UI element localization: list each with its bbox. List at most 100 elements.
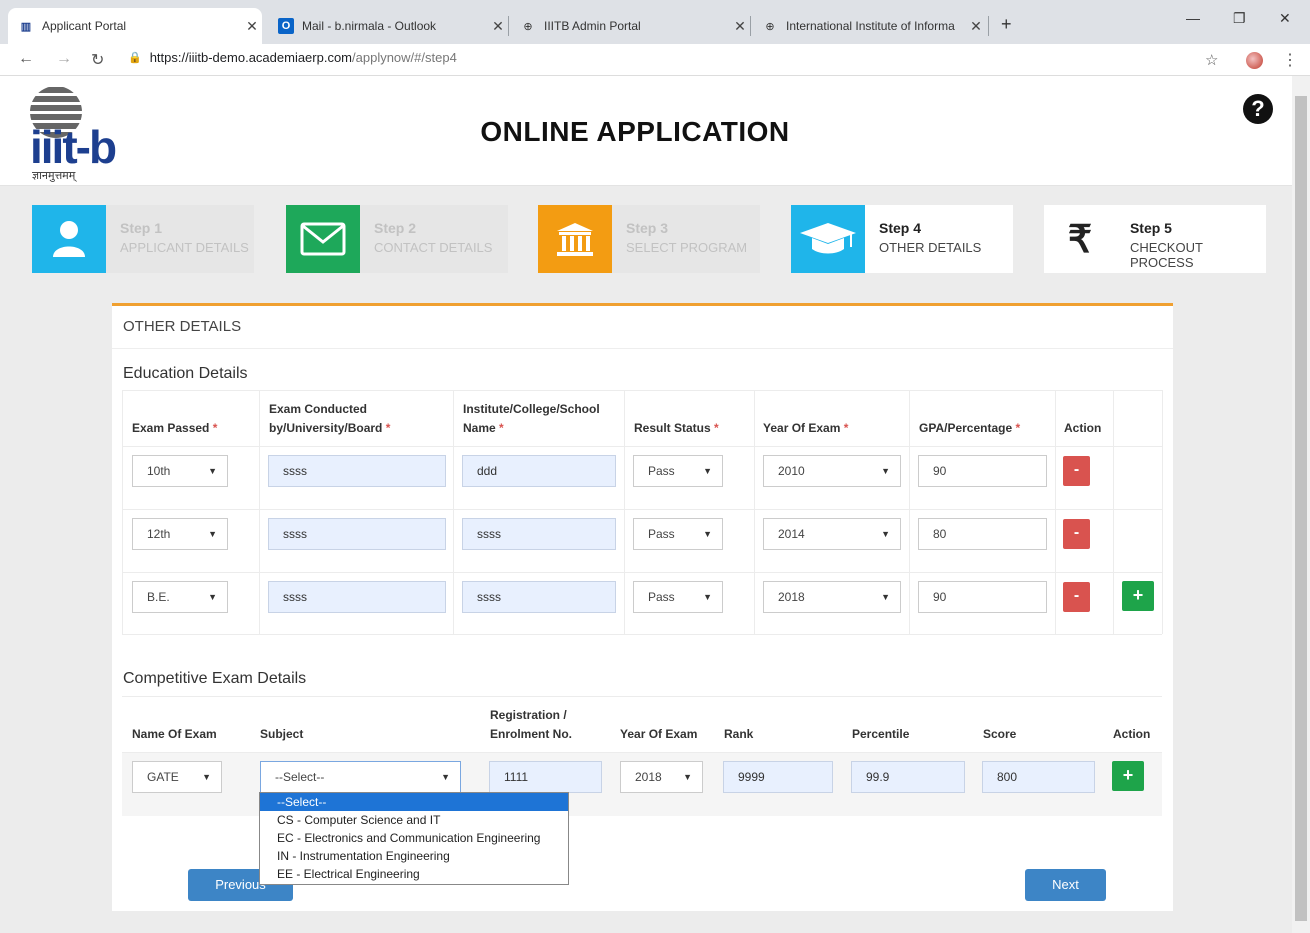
remove-row-button[interactable]: - <box>1063 519 1090 549</box>
step-3[interactable]: Step 3 SELECT PROGRAM <box>538 205 760 273</box>
th-score: Score <box>983 727 1017 741</box>
remove-row-button[interactable]: - <box>1063 582 1090 612</box>
add-education-row-button[interactable]: + <box>1122 581 1154 611</box>
envelope-icon <box>286 205 360 273</box>
th-institute: Institute/College/School Name * <box>463 402 600 435</box>
gpa-input[interactable]: 80 <box>918 518 1047 550</box>
chevron-down-icon: ▼ <box>202 772 211 782</box>
close-tab-icon[interactable]: ✕ <box>242 18 262 35</box>
close-tab-icon[interactable]: ✕ <box>730 18 750 35</box>
tab-applicant-portal[interactable]: ▥ Applicant Portal ✕ <box>8 8 262 44</box>
year-select[interactable]: 2018 ▼ <box>763 581 901 613</box>
globe-icon: ⊕ <box>523 20 533 33</box>
chevron-down-icon: ▼ <box>881 529 890 539</box>
th-exam-conducted: Exam Conducted by/University/Board * <box>269 402 391 435</box>
result-status-select[interactable]: Pass ▼ <box>633 518 723 550</box>
help-icon[interactable]: ? <box>1243 94 1273 124</box>
step-label: CHECKOUT PROCESS <box>1129 240 1203 270</box>
reload-icon[interactable]: ↻ <box>91 50 104 70</box>
subject-option[interactable]: EC - Electronics and Communication Engin… <box>260 829 568 847</box>
gpa-input[interactable]: 90 <box>918 455 1047 487</box>
subject-dropdown-list: --Select-- CS - Computer Science and IT … <box>259 792 569 885</box>
exam-passed-select[interactable]: 12th ▼ <box>132 518 228 550</box>
chevron-down-icon: ▼ <box>208 592 217 602</box>
step-5[interactable]: ₹ Step 5 CHECKOUT PROCESS <box>1044 205 1266 273</box>
scrollbar-thumb[interactable] <box>1295 96 1307 921</box>
minimize-icon[interactable]: — <box>1186 10 1200 26</box>
institute-input[interactable]: ddd <box>462 455 616 487</box>
step-label: OTHER DETAILS <box>879 240 982 255</box>
profile-avatar[interactable] <box>1246 52 1263 69</box>
subject-option[interactable]: CS - Computer Science and IT <box>260 811 568 829</box>
subject-option[interactable]: --Select-- <box>260 793 568 811</box>
board-input[interactable]: ssss <box>268 518 446 550</box>
globe-icon: ⊕ <box>765 20 775 33</box>
tab-iiitb-site[interactable]: ⊕ International Institute of Informa ✕ <box>752 8 986 44</box>
result-status-select[interactable]: Pass ▼ <box>633 581 723 613</box>
exam-name-select[interactable]: GATE ▼ <box>132 761 222 793</box>
subject-option[interactable]: IN - Instrumentation Engineering <box>260 847 568 865</box>
board-input[interactable]: ssss <box>268 455 446 487</box>
restore-icon[interactable]: ❐ <box>1233 10 1246 27</box>
bookmark-star-icon[interactable]: ☆ <box>1205 51 1218 69</box>
table-border <box>909 390 910 634</box>
user-icon <box>32 205 106 273</box>
year-select[interactable]: 2010 ▼ <box>763 455 901 487</box>
next-button[interactable]: Next <box>1025 869 1106 901</box>
rupee-icon: ₹ <box>1044 205 1116 273</box>
competitive-section-title: Competitive Exam Details <box>123 670 307 687</box>
th-percentile: Percentile <box>852 727 910 741</box>
step-label: APPLICANT DETAILS <box>120 240 249 255</box>
rank-input[interactable]: 9999 <box>723 761 833 793</box>
competitive-year-select[interactable]: 2018 ▼ <box>620 761 703 793</box>
tab-title: Applicant Portal <box>42 19 127 33</box>
gpa-input[interactable]: 90 <box>918 581 1047 613</box>
percentile-input[interactable]: 99.9 <box>851 761 965 793</box>
institute-input[interactable]: ssss <box>462 581 616 613</box>
forward-icon[interactable]: → <box>56 50 72 68</box>
tab-title: International Institute of Informa <box>786 19 955 33</box>
th-subject: Subject <box>260 727 304 741</box>
th-exam-passed: Exam Passed * <box>132 421 218 435</box>
tab-admin-portal[interactable]: ⊕ IIITB Admin Portal ✕ <box>510 8 750 44</box>
score-input[interactable]: 800 <box>982 761 1095 793</box>
card-title: OTHER DETAILS <box>123 318 242 335</box>
board-input[interactable]: ssss <box>268 581 446 613</box>
subject-option[interactable]: EE - Electrical Engineering <box>260 865 568 883</box>
back-icon[interactable]: ← <box>18 50 34 68</box>
step-number: Step 5 <box>1129 220 1172 236</box>
add-competitive-row-button[interactable]: + <box>1112 761 1144 791</box>
close-tab-icon[interactable]: ✕ <box>488 18 508 35</box>
institute-input[interactable]: ssss <box>462 518 616 550</box>
th-action: Action <box>1113 727 1151 741</box>
chevron-down-icon: ▼ <box>703 466 712 476</box>
address-bar[interactable]: 🔒 https://iiitb-demo.academiaerp.com/app… <box>128 50 457 65</box>
lock-icon: 🔒 <box>128 52 142 64</box>
th-year-of-exam: Year Of Exam <box>620 727 698 741</box>
table-border <box>1113 390 1114 634</box>
menu-icon[interactable]: ⋮ <box>1282 50 1298 70</box>
step-2[interactable]: Step 2 CONTACT DETAILS <box>286 205 508 273</box>
table-border <box>259 390 260 634</box>
exam-passed-select[interactable]: B.E. ▼ <box>132 581 228 613</box>
close-window-icon[interactable]: ✕ <box>1279 10 1291 27</box>
table-border <box>1055 390 1056 634</box>
page-scrollbar[interactable] <box>1292 76 1310 933</box>
step-1[interactable]: Step 1 APPLICANT DETAILS <box>32 205 254 273</box>
result-status-select[interactable]: Pass ▼ <box>633 455 723 487</box>
th-rank: Rank <box>724 727 754 741</box>
step-4-current[interactable]: Step 4 OTHER DETAILS <box>791 205 1013 273</box>
th-gpa: GPA/Percentage * <box>919 421 1021 435</box>
new-tab-icon[interactable]: + <box>1001 14 1012 35</box>
registration-input[interactable]: 1111 <box>489 761 602 793</box>
remove-row-button[interactable]: - <box>1063 456 1090 486</box>
iiitb-favicon: ▥ <box>20 20 32 33</box>
year-select[interactable]: 2014 ▼ <box>763 518 901 550</box>
close-tab-icon[interactable]: ✕ <box>966 18 986 35</box>
url-host: https://iiitb-demo.academiaerp.com <box>149 50 353 65</box>
tab-outlook-mail[interactable]: O Mail - b.nirmala - Outlook ✕ <box>268 8 508 44</box>
outlook-icon: O <box>278 18 294 34</box>
exam-passed-select[interactable]: 10th ▼ <box>132 455 228 487</box>
subject-select[interactable]: --Select-- ▼ <box>260 761 461 793</box>
table-border <box>453 390 454 634</box>
